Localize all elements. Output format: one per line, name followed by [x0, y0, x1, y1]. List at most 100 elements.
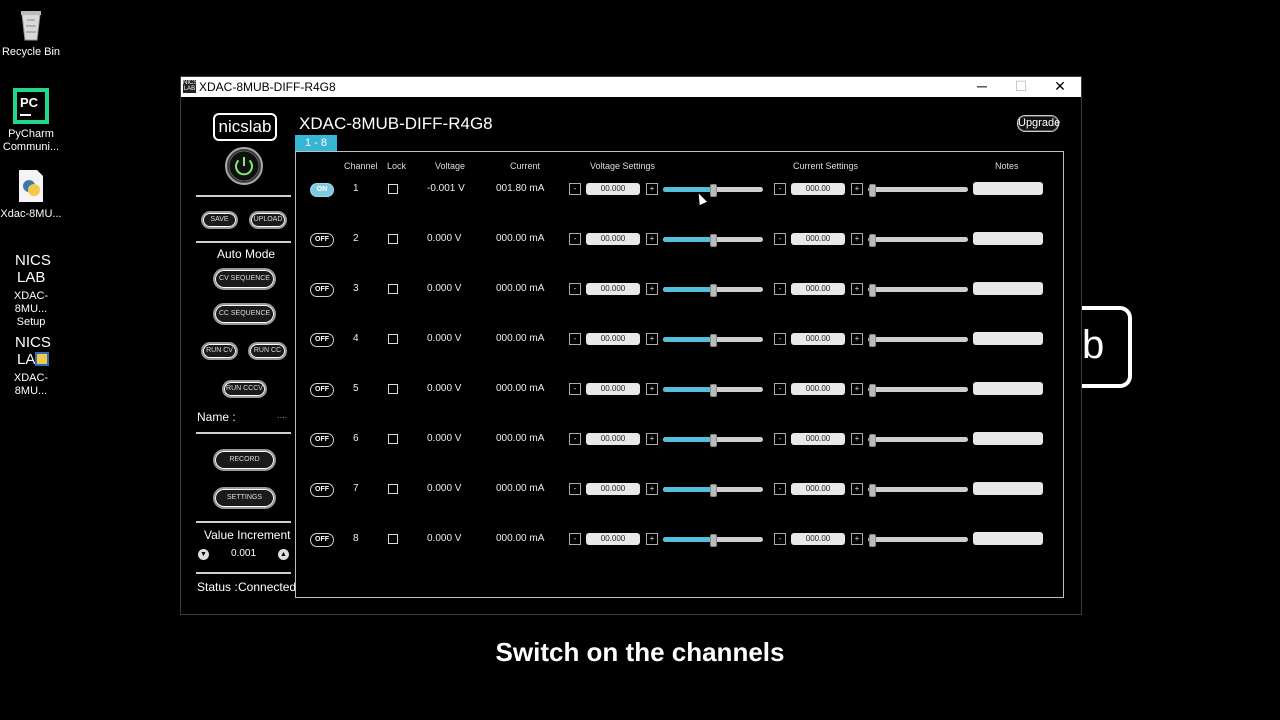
- voltage-increment-button[interactable]: +: [646, 483, 658, 495]
- upload-button[interactable]: UPLOAD: [249, 211, 287, 229]
- voltage-slider-handle[interactable]: [710, 534, 717, 547]
- decrement-arrow-icon[interactable]: ▼: [198, 549, 209, 560]
- save-button[interactable]: SAVE: [201, 211, 238, 229]
- power-button[interactable]: [225, 147, 263, 185]
- voltage-slider[interactable]: [663, 434, 763, 447]
- current-decrement-button[interactable]: -: [774, 383, 786, 395]
- voltage-decrement-button[interactable]: -: [569, 333, 581, 345]
- voltage-slider[interactable]: [663, 484, 763, 497]
- run-cc-button[interactable]: RUN CC: [248, 342, 287, 360]
- voltage-slider-handle[interactable]: [710, 484, 717, 497]
- channel-toggle-button[interactable]: OFF: [310, 383, 334, 397]
- lock-checkbox[interactable]: [388, 184, 398, 194]
- voltage-increment-button[interactable]: +: [646, 233, 658, 245]
- lock-checkbox[interactable]: [388, 234, 398, 244]
- increment-arrow-icon[interactable]: ▲: [278, 549, 289, 560]
- voltage-slider-handle[interactable]: [710, 234, 717, 247]
- current-setting-input[interactable]: 000.00: [791, 533, 845, 545]
- lock-checkbox[interactable]: [388, 334, 398, 344]
- current-setting-input[interactable]: 000.00: [791, 483, 845, 495]
- close-button[interactable]: ✕: [1041, 77, 1079, 97]
- current-setting-input[interactable]: 000.00: [791, 283, 845, 295]
- voltage-decrement-button[interactable]: -: [569, 283, 581, 295]
- current-slider-handle[interactable]: [869, 534, 876, 547]
- current-slider[interactable]: [868, 184, 968, 197]
- current-decrement-button[interactable]: -: [774, 483, 786, 495]
- current-slider[interactable]: [868, 534, 968, 547]
- upgrade-button[interactable]: Upgrade: [1017, 115, 1060, 132]
- lock-checkbox[interactable]: [388, 284, 398, 294]
- notes-input[interactable]: [973, 282, 1043, 295]
- voltage-decrement-button[interactable]: -: [569, 233, 581, 245]
- current-setting-input[interactable]: 000.00: [791, 383, 845, 395]
- channel-toggle-button[interactable]: ON: [310, 183, 334, 197]
- current-increment-button[interactable]: +: [851, 233, 863, 245]
- voltage-increment-button[interactable]: +: [646, 533, 658, 545]
- run-cccv-button[interactable]: RUN CCCV: [222, 380, 267, 398]
- current-slider[interactable]: [868, 384, 968, 397]
- current-setting-input[interactable]: 000.00: [791, 183, 845, 195]
- channel-toggle-button[interactable]: OFF: [310, 533, 334, 547]
- voltage-slider[interactable]: [663, 234, 763, 247]
- current-setting-input[interactable]: 000.00: [791, 333, 845, 345]
- current-increment-button[interactable]: +: [851, 183, 863, 195]
- voltage-setting-input[interactable]: 00.000: [586, 333, 640, 345]
- current-slider-handle[interactable]: [869, 434, 876, 447]
- current-slider-handle[interactable]: [869, 334, 876, 347]
- current-slider[interactable]: [868, 334, 968, 347]
- current-decrement-button[interactable]: -: [774, 233, 786, 245]
- notes-input[interactable]: [973, 532, 1043, 545]
- record-button[interactable]: RECORD: [213, 449, 276, 471]
- current-increment-button[interactable]: +: [851, 433, 863, 445]
- voltage-increment-button[interactable]: +: [646, 333, 658, 345]
- current-increment-button[interactable]: +: [851, 333, 863, 345]
- voltage-decrement-button[interactable]: -: [569, 533, 581, 545]
- channel-toggle-button[interactable]: OFF: [310, 283, 334, 297]
- voltage-decrement-button[interactable]: -: [569, 483, 581, 495]
- current-slider-handle[interactable]: [869, 484, 876, 497]
- voltage-slider-handle[interactable]: [710, 384, 717, 397]
- name-value[interactable]: ....: [277, 410, 287, 420]
- current-slider-handle[interactable]: [869, 234, 876, 247]
- voltage-slider[interactable]: [663, 534, 763, 547]
- notes-input[interactable]: [973, 182, 1043, 195]
- current-decrement-button[interactable]: -: [774, 183, 786, 195]
- voltage-setting-input[interactable]: 00.000: [586, 283, 640, 295]
- voltage-setting-input[interactable]: 00.000: [586, 183, 640, 195]
- cc-sequence-button[interactable]: CC SEQUENCE: [213, 303, 276, 325]
- current-slider-handle[interactable]: [869, 184, 876, 197]
- voltage-setting-input[interactable]: 00.000: [586, 533, 640, 545]
- current-decrement-button[interactable]: -: [774, 433, 786, 445]
- notes-input[interactable]: [973, 482, 1043, 495]
- maximize-button[interactable]: ☐: [1002, 77, 1040, 97]
- lock-checkbox[interactable]: [388, 384, 398, 394]
- voltage-slider[interactable]: [663, 284, 763, 297]
- voltage-decrement-button[interactable]: -: [569, 433, 581, 445]
- voltage-increment-button[interactable]: +: [646, 283, 658, 295]
- current-slider[interactable]: [868, 484, 968, 497]
- current-decrement-button[interactable]: -: [774, 283, 786, 295]
- voltage-decrement-button[interactable]: -: [569, 383, 581, 395]
- voltage-increment-button[interactable]: +: [646, 183, 658, 195]
- current-decrement-button[interactable]: -: [774, 333, 786, 345]
- voltage-slider-handle[interactable]: [710, 434, 717, 447]
- lock-checkbox[interactable]: [388, 434, 398, 444]
- current-slider-handle[interactable]: [869, 284, 876, 297]
- notes-input[interactable]: [973, 382, 1043, 395]
- title-bar[interactable]: NICS LAB XDAC-8MUB-DIFF-R4G8 ─ ☐ ✕: [181, 77, 1081, 97]
- notes-input[interactable]: [973, 432, 1043, 445]
- voltage-setting-input[interactable]: 00.000: [586, 483, 640, 495]
- desktop-icon-xdac-app[interactable]: NICS LAB XDAC-8MU...: [0, 332, 62, 398]
- channel-toggle-button[interactable]: OFF: [310, 233, 334, 247]
- run-cv-button[interactable]: RUN CV: [201, 342, 238, 360]
- current-setting-input[interactable]: 000.00: [791, 233, 845, 245]
- channel-toggle-button[interactable]: OFF: [310, 333, 334, 347]
- channel-toggle-button[interactable]: OFF: [310, 433, 334, 447]
- current-increment-button[interactable]: +: [851, 283, 863, 295]
- current-increment-button[interactable]: +: [851, 383, 863, 395]
- current-increment-button[interactable]: +: [851, 483, 863, 495]
- channel-toggle-button[interactable]: OFF: [310, 483, 334, 497]
- voltage-slider[interactable]: [663, 184, 763, 197]
- voltage-increment-button[interactable]: +: [646, 433, 658, 445]
- current-setting-input[interactable]: 000.00: [791, 433, 845, 445]
